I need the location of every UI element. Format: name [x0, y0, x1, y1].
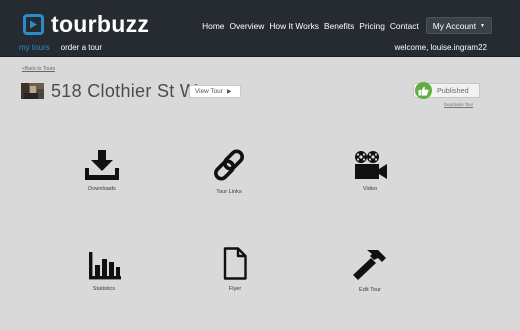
play-icon: ▶	[226, 89, 232, 95]
video-camera-icon	[355, 151, 387, 179]
logo-play-icon	[23, 13, 44, 35]
tile-downloads[interactable]: Downloads	[62, 150, 142, 192]
tile-edit-tour[interactable]: Edit Tour	[330, 248, 410, 293]
hammer-icon	[353, 250, 386, 280]
tile-video[interactable]: Video	[330, 150, 410, 192]
document-icon	[223, 247, 247, 280]
my-account-dropdown[interactable]: My Account ▼	[425, 17, 492, 34]
tour-address-title: 518 Clothier St W	[51, 81, 198, 101]
subnav-order-a-tour[interactable]: order a tour	[61, 43, 102, 52]
nav-home[interactable]: Home	[202, 21, 224, 31]
back-to-tours-link[interactable]: «Back to Tours	[22, 66, 55, 72]
logo-text: tourbuzz	[51, 11, 150, 37]
thumbs-up-icon	[415, 82, 432, 99]
tile-label: Video	[362, 186, 378, 192]
nav-overview[interactable]: Overview	[229, 21, 264, 31]
tile-flyer[interactable]: Flyer	[195, 247, 275, 292]
tourbuzz-logo[interactable]: tourbuzz	[23, 11, 150, 37]
tour-thumbnail[interactable]	[21, 83, 44, 99]
tile-label: Flyer	[228, 286, 242, 292]
top-navigation-bar: tourbuzz Home Overview How It Works Bene…	[0, 0, 520, 57]
tile-label: Statistics	[92, 286, 116, 292]
tile-tour-links[interactable]: Tour Links	[189, 147, 269, 195]
nav-contact[interactable]: Contact	[390, 21, 419, 31]
published-status-label: Published	[437, 86, 469, 95]
deactivate-tour-link[interactable]: Deactivate Tour	[444, 102, 473, 107]
sub-navigation: my tours order a tour	[19, 43, 113, 52]
tile-statistics[interactable]: Statistics	[64, 252, 144, 292]
download-icon	[85, 150, 119, 180]
main-navigation: Home Overview How It Works Benefits Pric…	[202, 17, 492, 34]
welcome-message: welcome, louise.ingram22	[394, 43, 488, 52]
chevron-down-icon: ▼	[480, 22, 485, 29]
link-icon	[214, 149, 244, 181]
view-tour-label: View Tour	[195, 88, 223, 95]
view-tour-button[interactable]: View Tour ▶	[189, 85, 241, 98]
subnav-my-tours[interactable]: my tours	[19, 43, 50, 52]
tile-label: Downloads	[88, 186, 116, 192]
tile-label: Tour Links	[216, 189, 242, 195]
bar-chart-icon	[89, 252, 121, 280]
nav-how-it-works[interactable]: How It Works	[269, 21, 319, 31]
nav-benefits[interactable]: Benefits	[324, 21, 354, 31]
nav-pricing[interactable]: Pricing	[359, 21, 385, 31]
my-account-label: My Account	[432, 20, 477, 31]
tile-label: Edit Tour	[359, 287, 381, 293]
